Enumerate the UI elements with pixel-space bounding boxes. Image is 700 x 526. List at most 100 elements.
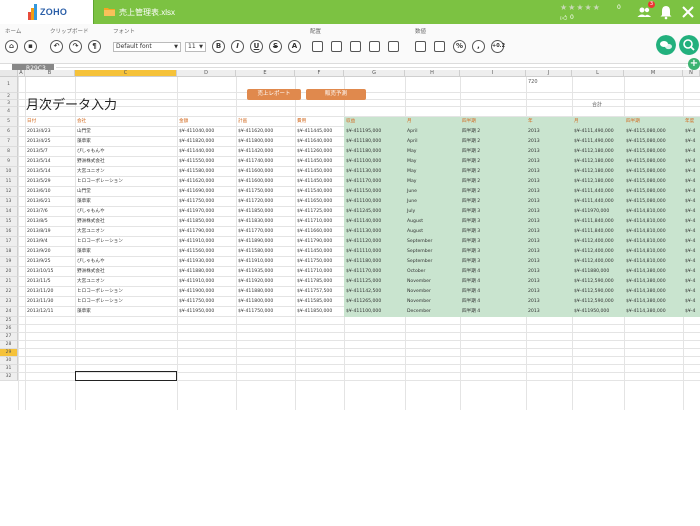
font-family-select[interactable]: Default font ▼ [113, 42, 181, 52]
table-cell[interactable]: $¥-411830,000 [236, 217, 295, 227]
table-cell[interactable]: $¥-4112,400,000 [572, 257, 624, 267]
table-cell[interactable]: 藻草家 [75, 307, 177, 317]
table-cell[interactable]: ヒロコーポレーション [75, 177, 177, 187]
sales-report-button[interactable]: 売上レポート [247, 89, 301, 100]
table-cell[interactable]: 四半期 2 [460, 127, 526, 137]
table-cell[interactable]: ぴしゃもんや [75, 257, 177, 267]
table-cell[interactable]: 四半期 2 [460, 177, 526, 187]
table-cell[interactable]: $¥-411970,000 [572, 207, 624, 217]
table-cell[interactable]: 2013/7/6 [25, 207, 75, 217]
wrap-text-button[interactable] [369, 41, 380, 52]
add-icon[interactable]: + [688, 58, 700, 70]
table-cell[interactable]: $¥-4 [683, 177, 700, 187]
table-cell[interactable]: 2013 [526, 157, 572, 167]
row-header-6[interactable]: 6 [0, 127, 18, 137]
column-header-e[interactable]: E [236, 70, 295, 77]
table-cell[interactable]: $¥-411195,000 [344, 127, 405, 137]
table-cell[interactable]: $¥-4 [683, 197, 700, 207]
table-cell[interactable]: $¥-411800,000 [236, 137, 295, 147]
row-header-5[interactable]: 5 [0, 117, 18, 127]
table-cell[interactable]: $¥-411560,000 [177, 247, 236, 257]
table-cell[interactable]: 2013 [526, 147, 572, 157]
table-cell[interactable]: 2013/5/29 [25, 177, 75, 187]
table-cell[interactable]: $¥-411850,000 [177, 217, 236, 227]
table-cell[interactable]: $¥-4114,380,000 [624, 287, 683, 297]
row-header-9[interactable]: 9 [0, 157, 18, 167]
table-cell[interactable]: $¥-411770,000 [236, 227, 295, 237]
undo-button[interactable]: ↶ [50, 40, 63, 53]
table-cell[interactable]: $¥-411880,000 [177, 267, 236, 277]
table-cell[interactable]: $¥-4115,080,000 [624, 127, 683, 137]
table-cell[interactable]: $¥-411950,000 [177, 307, 236, 317]
table-cell[interactable]: 2013/6/10 [25, 187, 75, 197]
table-cell[interactable]: 2013 [526, 257, 572, 267]
table-cell[interactable]: $¥-411620,000 [236, 127, 295, 137]
table-cell[interactable]: $¥-4115,080,000 [624, 197, 683, 207]
table-cell[interactable]: 四半期 3 [460, 217, 526, 227]
table-cell[interactable]: $¥-4112,180,000 [572, 147, 624, 157]
table-cell[interactable]: $¥-411950,000 [572, 307, 624, 317]
table-cell[interactable]: 2013 [526, 127, 572, 137]
table-cell[interactable]: $¥-4 [683, 277, 700, 287]
table-cell[interactable]: $¥-411920,000 [236, 277, 295, 287]
table-cell[interactable]: $¥-411585,000 [295, 297, 344, 307]
column-header-b[interactable]: B [25, 70, 75, 77]
table-cell[interactable]: $¥-411550,000 [177, 157, 236, 167]
chat-icon[interactable] [656, 35, 676, 55]
table-cell[interactable]: 四半期 4 [460, 297, 526, 307]
font-size-select[interactable]: 11 ▼ [185, 42, 206, 52]
table-cell[interactable]: November [405, 277, 460, 287]
table-cell[interactable]: 藻草家 [75, 137, 177, 147]
table-cell[interactable]: 2013/4/23 [25, 127, 75, 137]
table-cell[interactable]: $¥-4 [683, 297, 700, 307]
table-cell[interactable]: $¥-411600,000 [236, 167, 295, 177]
table-cell[interactable]: $¥-411150,000 [344, 187, 405, 197]
table-cell[interactable]: 四半期 3 [460, 207, 526, 217]
table-cell[interactable]: 2013/9/25 [25, 257, 75, 267]
row-header-27[interactable]: 27 [0, 333, 18, 341]
row-header-11[interactable]: 11 [0, 177, 18, 187]
table-cell[interactable]: $¥-411110,000 [344, 247, 405, 257]
table-cell[interactable]: $¥-4114,810,000 [624, 207, 683, 217]
table-cell[interactable]: 2013 [526, 137, 572, 147]
file-name[interactable]: 売上管理表.xlsx [119, 7, 175, 18]
table-cell[interactable]: $¥-4112,590,000 [572, 277, 624, 287]
table-cell[interactable]: $¥-4115,080,000 [624, 167, 683, 177]
table-cell[interactable]: $¥-4111,840,000 [572, 227, 624, 237]
table-cell[interactable]: $¥-411850,000 [295, 307, 344, 317]
row-header-16[interactable]: 16 [0, 227, 18, 237]
search-icon[interactable] [679, 35, 699, 55]
currency-button[interactable] [434, 41, 445, 52]
borders-button[interactable] [388, 41, 399, 52]
table-cell[interactable]: $¥-411100,000 [344, 307, 405, 317]
table-cell[interactable]: $¥-411180,000 [344, 257, 405, 267]
row-header-2[interactable]: 2 [0, 93, 18, 100]
table-cell[interactable]: June [405, 187, 460, 197]
column-header-j[interactable]: J [526, 70, 572, 77]
table-cell[interactable]: 2013 [526, 217, 572, 227]
table-cell[interactable]: May [405, 177, 460, 187]
table-cell[interactable]: $¥-411142,500 [344, 287, 405, 297]
table-cell[interactable]: 2013/10/15 [25, 267, 75, 277]
table-cell[interactable]: May [405, 147, 460, 157]
table-cell[interactable]: ヒロコーポレーション [75, 297, 177, 307]
active-cell-selection[interactable] [75, 371, 177, 381]
table-cell[interactable]: $¥-4114,380,000 [624, 277, 683, 287]
table-cell[interactable]: 2013 [526, 227, 572, 237]
table-cell[interactable]: 四半期 3 [460, 257, 526, 267]
table-cell[interactable]: $¥-411750,000 [177, 297, 236, 307]
table-cell[interactable]: $¥-4112,180,000 [572, 177, 624, 187]
table-cell[interactable]: 大宮ユニオン [75, 277, 177, 287]
table-cell[interactable]: $¥-4 [683, 137, 700, 147]
table-cell[interactable]: 野洲株式会社 [75, 217, 177, 227]
table-cell[interactable]: $¥-411180,000 [344, 147, 405, 157]
table-cell[interactable]: $¥-4 [683, 247, 700, 257]
select-all-corner[interactable] [0, 70, 18, 77]
table-cell[interactable]: $¥-4 [683, 187, 700, 197]
table-cell[interactable]: 四半期 3 [460, 237, 526, 247]
align-center-button[interactable] [350, 41, 361, 52]
home-button[interactable]: ⌂ [5, 40, 18, 53]
table-cell[interactable]: 大宮ユニオン [75, 227, 177, 237]
table-cell[interactable]: $¥-411690,000 [177, 187, 236, 197]
table-cell[interactable]: $¥-4 [683, 167, 700, 177]
